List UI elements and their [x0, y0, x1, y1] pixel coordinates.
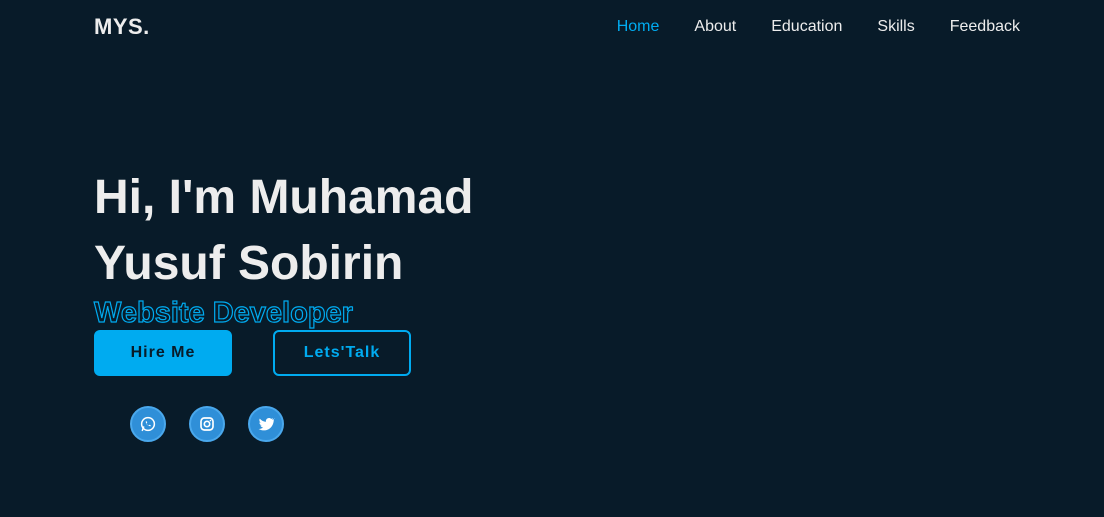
nav-about[interactable]: About: [694, 17, 736, 37]
nav-feedback[interactable]: Feedback: [950, 17, 1020, 37]
hero-section: Hi, I'm Muhamad Yusuf Sobirin: [94, 165, 654, 297]
site-header: MYS. Home About Education Skills Feedbac…: [0, 0, 1104, 54]
hero-title: Hi, I'm Muhamad Yusuf Sobirin: [94, 165, 654, 297]
main-nav: Home About Education Skills Feedback: [617, 17, 1020, 37]
hire-me-button[interactable]: Hire Me: [94, 330, 232, 376]
nav-skills[interactable]: Skills: [877, 17, 914, 37]
whatsapp-icon: [140, 416, 156, 432]
hero-title-line2: Yusuf Sobirin: [94, 237, 404, 290]
nav-education[interactable]: Education: [771, 17, 842, 37]
instagram-link[interactable]: [189, 406, 225, 442]
nav-home[interactable]: Home: [617, 17, 660, 37]
twitter-icon: [258, 417, 275, 431]
twitter-link[interactable]: [248, 406, 284, 442]
social-links: [130, 406, 307, 442]
whatsapp-link[interactable]: [130, 406, 166, 442]
hero-title-line1: Hi, I'm Muhamad: [94, 171, 474, 224]
instagram-icon: [200, 417, 214, 431]
logo[interactable]: MYS.: [94, 14, 150, 40]
lets-talk-button[interactable]: Lets'Talk: [273, 330, 411, 376]
hero-role: Website Developer: [93, 296, 353, 329]
hero-buttons: Hire Me Lets'Talk: [94, 330, 411, 376]
